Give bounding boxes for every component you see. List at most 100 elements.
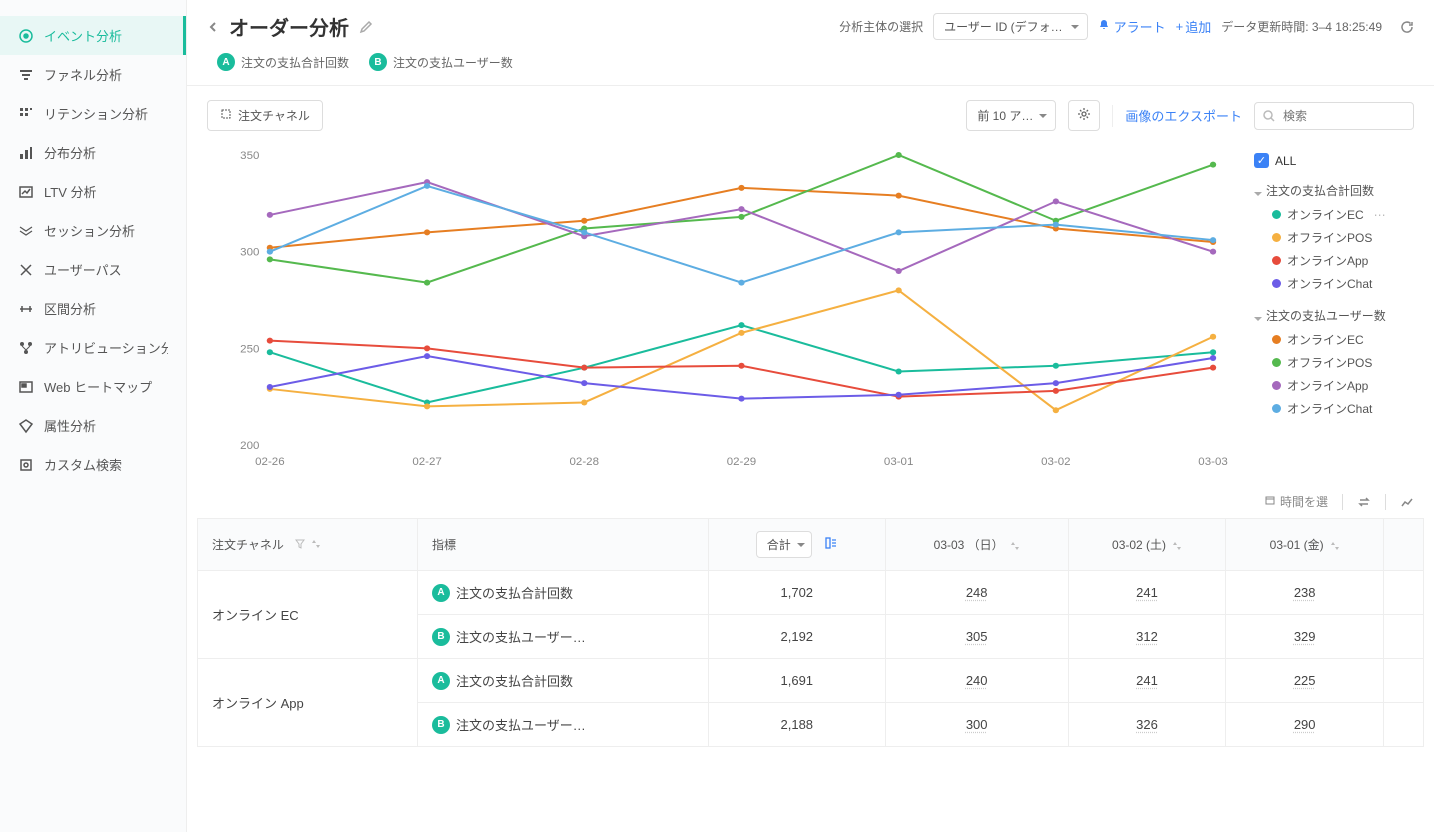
- legend-swatch-icon: [1272, 210, 1281, 219]
- edit-icon[interactable]: [359, 20, 373, 34]
- legend-item[interactable]: オンラインEC⋯: [1254, 203, 1414, 226]
- value-cell: 326: [1068, 703, 1226, 747]
- chart-zone: 20025030035002-2602-2702-2802-2903-0103-…: [187, 145, 1434, 485]
- sidebar-item-ltv[interactable]: LTV 分析: [0, 172, 186, 211]
- sidebar-label: ファネル分析: [44, 65, 122, 84]
- th-channel[interactable]: 注文チャネル: [198, 519, 418, 571]
- value-cell: 305: [885, 615, 1068, 659]
- svg-text:200: 200: [240, 440, 259, 452]
- swap-icon[interactable]: [1357, 495, 1371, 509]
- th-total[interactable]: 合計: [708, 519, 885, 571]
- add-button[interactable]: + 追加: [1176, 17, 1212, 36]
- value-cell: 248: [885, 571, 1068, 615]
- value-cell: 241: [1068, 659, 1226, 703]
- table-row: オンライン AppA注文の支払合計回数1,691240241225: [198, 659, 1424, 703]
- sort-icon[interactable]: [1172, 540, 1182, 550]
- date-range-select[interactable]: 前 10 ア…: [966, 100, 1056, 131]
- legend-item[interactable]: オフラインPOS: [1254, 351, 1414, 374]
- badge-b-icon: B: [369, 53, 387, 71]
- alert-button[interactable]: アラート: [1098, 17, 1166, 36]
- sidebar-item-distribution[interactable]: 分布分析: [0, 133, 186, 172]
- svg-text:03-02: 03-02: [1041, 456, 1070, 468]
- page-title: オーダー分析: [229, 12, 349, 41]
- sidebar-label: Web ヒートマップ: [44, 377, 152, 396]
- legend-item[interactable]: オンラインChat: [1254, 397, 1414, 420]
- svg-text:02-26: 02-26: [255, 456, 284, 468]
- refresh-icon[interactable]: [1400, 20, 1414, 34]
- value-cell: 300: [885, 703, 1068, 747]
- sidebar-item-heatmap[interactable]: Web ヒートマップ: [0, 367, 186, 406]
- sidebar-item-attribution[interactable]: アトリビューション分析: [0, 328, 186, 367]
- sidebar-item-path[interactable]: ユーザーパス: [0, 250, 186, 289]
- sidebar-label: 区間分析: [44, 299, 96, 318]
- chart-plot: 20025030035002-2602-2702-2802-2903-0103-…: [207, 145, 1234, 475]
- checkbox-checked-icon: [1254, 153, 1269, 168]
- chart-type-icon[interactable]: [1400, 495, 1414, 509]
- interval-icon: [18, 301, 34, 317]
- sidebar: イベント分析 ファネル分析 リテンション分析 分布分析 LTV 分析 セッション…: [0, 0, 187, 832]
- retention-icon: [18, 106, 34, 122]
- search-icon: [18, 457, 34, 473]
- channel-cell: オンライン App: [198, 659, 418, 747]
- subject-select[interactable]: ユーザー ID (デフォ…: [933, 13, 1087, 40]
- funnel-icon: [18, 67, 34, 83]
- total-cell: 2,188: [708, 703, 885, 747]
- sidebar-item-funnel[interactable]: ファネル分析: [0, 55, 186, 94]
- value-cell: 290: [1226, 703, 1384, 747]
- sidebar-label: 属性分析: [44, 416, 96, 435]
- legend-item[interactable]: オンラインChat: [1254, 272, 1414, 295]
- metric-a: A 注文の支払合計回数: [217, 53, 349, 71]
- th-date2[interactable]: 03-02 (土): [1068, 519, 1226, 571]
- filter-icon[interactable]: [295, 538, 305, 552]
- table-controls: 時間を選: [187, 485, 1434, 518]
- legend-item[interactable]: オンラインEC: [1254, 328, 1414, 351]
- badge-b-icon: B: [432, 716, 450, 734]
- path-icon: [18, 262, 34, 278]
- attribute-icon: [18, 418, 34, 434]
- total-cell: 1,702: [708, 571, 885, 615]
- channel-cell: オンライン EC: [198, 571, 418, 659]
- sidebar-item-custom-search[interactable]: カスタム検索: [0, 445, 186, 484]
- sidebar-label: セッション分析: [44, 221, 135, 240]
- legend-group-toggle[interactable]: 注文の支払合計回数: [1254, 178, 1414, 203]
- th-date1[interactable]: 03-03 （日）: [885, 519, 1068, 571]
- back-chevron-icon[interactable]: [207, 21, 219, 33]
- sidebar-item-session[interactable]: セッション分析: [0, 211, 186, 250]
- legend-group-toggle[interactable]: 注文の支払ユーザー数: [1254, 303, 1414, 328]
- badge-a-icon: A: [217, 53, 235, 71]
- svg-text:03-01: 03-01: [884, 456, 913, 468]
- total-select[interactable]: 合計: [756, 531, 812, 558]
- divider: [1112, 105, 1113, 127]
- sidebar-label: イベント分析: [44, 26, 122, 45]
- settings-button[interactable]: [1068, 100, 1100, 131]
- percent-icon[interactable]: [824, 536, 838, 553]
- th-metric: 指標: [418, 519, 709, 571]
- chevron-down-icon: [1254, 312, 1262, 320]
- legend-item[interactable]: オンラインApp: [1254, 374, 1414, 397]
- badge-a-icon: A: [432, 584, 450, 602]
- time-select-button[interactable]: 時間を選: [1264, 493, 1328, 510]
- legend-item[interactable]: オンラインApp: [1254, 249, 1414, 272]
- chevron-down-icon: [1254, 187, 1262, 195]
- legend-swatch-icon: [1272, 358, 1281, 367]
- channel-chip[interactable]: 注文チャネル: [207, 100, 323, 131]
- sort-icon[interactable]: [1330, 540, 1340, 550]
- value-cell: 238: [1226, 571, 1384, 615]
- sidebar-item-interval[interactable]: 区間分析: [0, 289, 186, 328]
- sidebar-item-retention[interactable]: リテンション分析: [0, 94, 186, 133]
- total-cell: 2,192: [708, 615, 885, 659]
- value-cell: 240: [885, 659, 1068, 703]
- legend-item[interactable]: オフラインPOS: [1254, 226, 1414, 249]
- search-input[interactable]: [1254, 102, 1414, 130]
- more-icon[interactable]: ⋯: [1374, 208, 1386, 222]
- svg-text:02-28: 02-28: [570, 456, 599, 468]
- sidebar-item-event[interactable]: イベント分析: [0, 16, 186, 55]
- plus-icon: +: [1176, 19, 1184, 34]
- sort-icon[interactable]: [311, 538, 321, 552]
- sort-icon[interactable]: [1010, 540, 1020, 550]
- export-link[interactable]: 画像のエクスポート: [1125, 106, 1242, 125]
- badge-b-icon: B: [432, 628, 450, 646]
- legend-all-toggle[interactable]: ALL: [1254, 153, 1414, 168]
- sidebar-item-attribute[interactable]: 属性分析: [0, 406, 186, 445]
- th-date3[interactable]: 03-01 (金): [1226, 519, 1384, 571]
